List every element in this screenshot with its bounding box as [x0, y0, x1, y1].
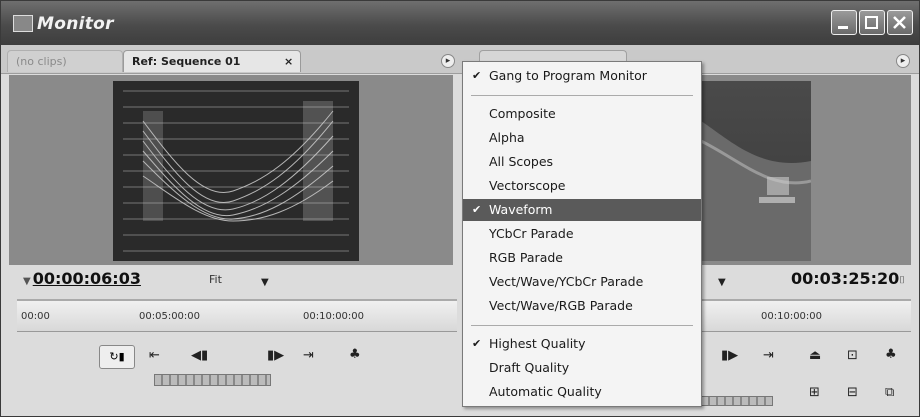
- zoom-select[interactable]: Fit: [209, 273, 222, 286]
- minimize-button[interactable]: [831, 10, 857, 35]
- safe-margins-icon: ⊡: [847, 348, 858, 363]
- menu-item-alpha[interactable]: Alpha: [463, 127, 701, 149]
- overlay-icon: ⊟: [847, 385, 858, 400]
- insert-button[interactable]: ⊞: [809, 385, 820, 400]
- program-jog-shuttle[interactable]: [701, 396, 773, 406]
- loop-button[interactable]: ↻▮: [99, 345, 135, 369]
- checkmark-icon: ✔: [472, 337, 482, 350]
- jog-shuttle[interactable]: [154, 374, 271, 386]
- waveform-scope: [113, 81, 359, 261]
- trim-button[interactable]: ⧉: [885, 385, 894, 400]
- tab-label: (no clips): [16, 55, 67, 68]
- menu-item-vectorscope[interactable]: Vectorscope: [463, 175, 701, 197]
- panel-menu-button[interactable]: ▸: [441, 54, 455, 68]
- program-time-ruler[interactable]: 00:10:00:00: [701, 299, 911, 332]
- program-video-frame: [700, 81, 812, 261]
- zoom-dropdown-arrow-icon[interactable]: ▼: [261, 277, 269, 288]
- lift-icon: ⏏: [809, 348, 822, 363]
- lift-button[interactable]: ⏏: [809, 348, 821, 363]
- output-icon: ♣: [349, 347, 361, 362]
- waveform-graph: [123, 90, 349, 252]
- video-thumbnail: [700, 121, 812, 261]
- minimize-icon: [838, 26, 848, 29]
- tab-close-icon[interactable]: ×: [284, 51, 293, 73]
- source-timecode[interactable]: ▼ 00:00:06:03: [23, 269, 141, 288]
- go-to-in-icon: ⇤: [149, 348, 160, 363]
- source-timecode-value: 00:00:06:03: [32, 269, 141, 288]
- step-forward-icon: ▮▶: [267, 348, 285, 363]
- ruler-tick: 00:00: [21, 311, 50, 322]
- go-to-out-icon: ⇥: [763, 348, 774, 363]
- trim-icon: ⧉: [885, 385, 895, 400]
- maximize-button[interactable]: [859, 10, 885, 35]
- title-bar[interactable]: Monitor: [1, 1, 919, 45]
- menu-item-vect-wave-rgb-parade[interactable]: Vect/Wave/RGB Parade: [463, 295, 701, 317]
- source-time-ruler[interactable]: 00:00 00:05:00:00 00:10:00:00: [17, 299, 457, 332]
- go-to-in-button[interactable]: ⇤: [149, 348, 160, 363]
- menu-separator: [471, 325, 693, 326]
- checkmark-icon: ✔: [472, 69, 482, 82]
- close-icon: [893, 16, 906, 29]
- program-output-button[interactable]: ♣: [885, 347, 897, 362]
- program-timecode-value: 00:03:25:20: [791, 269, 900, 288]
- step-back-icon: ◀▮: [191, 348, 209, 363]
- program-zoom-dropdown-arrow-icon[interactable]: ▼: [718, 277, 726, 288]
- program-timecode[interactable]: 00:03:25:20: [791, 269, 899, 288]
- go-to-out-icon: ⇥: [303, 348, 314, 363]
- program-go-to-out-button[interactable]: ⇥: [763, 348, 774, 363]
- go-to-out-button[interactable]: ⇥: [303, 348, 314, 363]
- step-forward-icon: ▮▶: [721, 348, 739, 363]
- ruler-tick: 00:10:00:00: [303, 311, 365, 322]
- menu-item-ycbcr-parade[interactable]: YCbCr Parade: [463, 223, 701, 245]
- output-button[interactable]: ♣: [349, 347, 361, 362]
- monitor-window: Monitor (no clips) Ref: Sequence 01 × ▸ …: [0, 0, 920, 417]
- loop-icon: ↻▮: [109, 350, 125, 363]
- safe-margins-button[interactable]: ⊡: [847, 348, 858, 363]
- maximize-icon: [865, 16, 878, 29]
- menu-item-rgb-parade[interactable]: RGB Parade: [463, 247, 701, 269]
- close-button[interactable]: [887, 10, 913, 35]
- output-icon: ♣: [885, 347, 897, 362]
- scope-menu: ✔ Gang to Program Monitor Composite Alpha…: [462, 61, 702, 407]
- monitor-app-icon: [13, 15, 33, 32]
- ruler-tick: 00:05:00:00: [139, 311, 201, 322]
- window-title: Monitor: [37, 14, 114, 34]
- menu-item-automatic-quality[interactable]: Automatic Quality: [463, 381, 701, 403]
- menu-item-gang-to-program-monitor[interactable]: ✔ Gang to Program Monitor: [463, 65, 701, 87]
- menu-item-vect-wave-ycbcr-parade[interactable]: Vect/Wave/YCbCr Parade: [463, 271, 701, 293]
- menu-item-highest-quality[interactable]: ✔ Highest Quality: [463, 333, 701, 355]
- overlay-button[interactable]: ⊟: [847, 385, 858, 400]
- insert-icon: ⊞: [809, 385, 820, 400]
- tab-bar: (no clips) Ref: Sequence 01 × ▸ ▸: [1, 45, 919, 74]
- tab-ref-sequence[interactable]: Ref: Sequence 01 ×: [123, 50, 301, 72]
- step-back-button[interactable]: ◀▮: [191, 348, 208, 363]
- tab-no-clips[interactable]: (no clips): [7, 50, 123, 72]
- menu-separator: [471, 95, 693, 96]
- duration-icon: ⌷: [899, 275, 905, 286]
- menu-item-waveform[interactable]: ✔ Waveform: [463, 199, 701, 221]
- program-step-forward-button[interactable]: ▮▶: [721, 348, 738, 363]
- tab-label: Ref: Sequence 01: [132, 55, 241, 68]
- menu-item-all-scopes[interactable]: All Scopes: [463, 151, 701, 173]
- checkmark-icon: ✔: [472, 203, 482, 216]
- program-panel-menu-button[interactable]: ▸: [896, 54, 910, 68]
- playhead-marker-icon: ▼: [23, 276, 31, 287]
- menu-item-draft-quality[interactable]: Draft Quality: [463, 357, 701, 379]
- menu-item-composite[interactable]: Composite: [463, 103, 701, 125]
- step-forward-button[interactable]: ▮▶: [267, 348, 284, 363]
- ruler-tick: 00:10:00:00: [761, 311, 823, 322]
